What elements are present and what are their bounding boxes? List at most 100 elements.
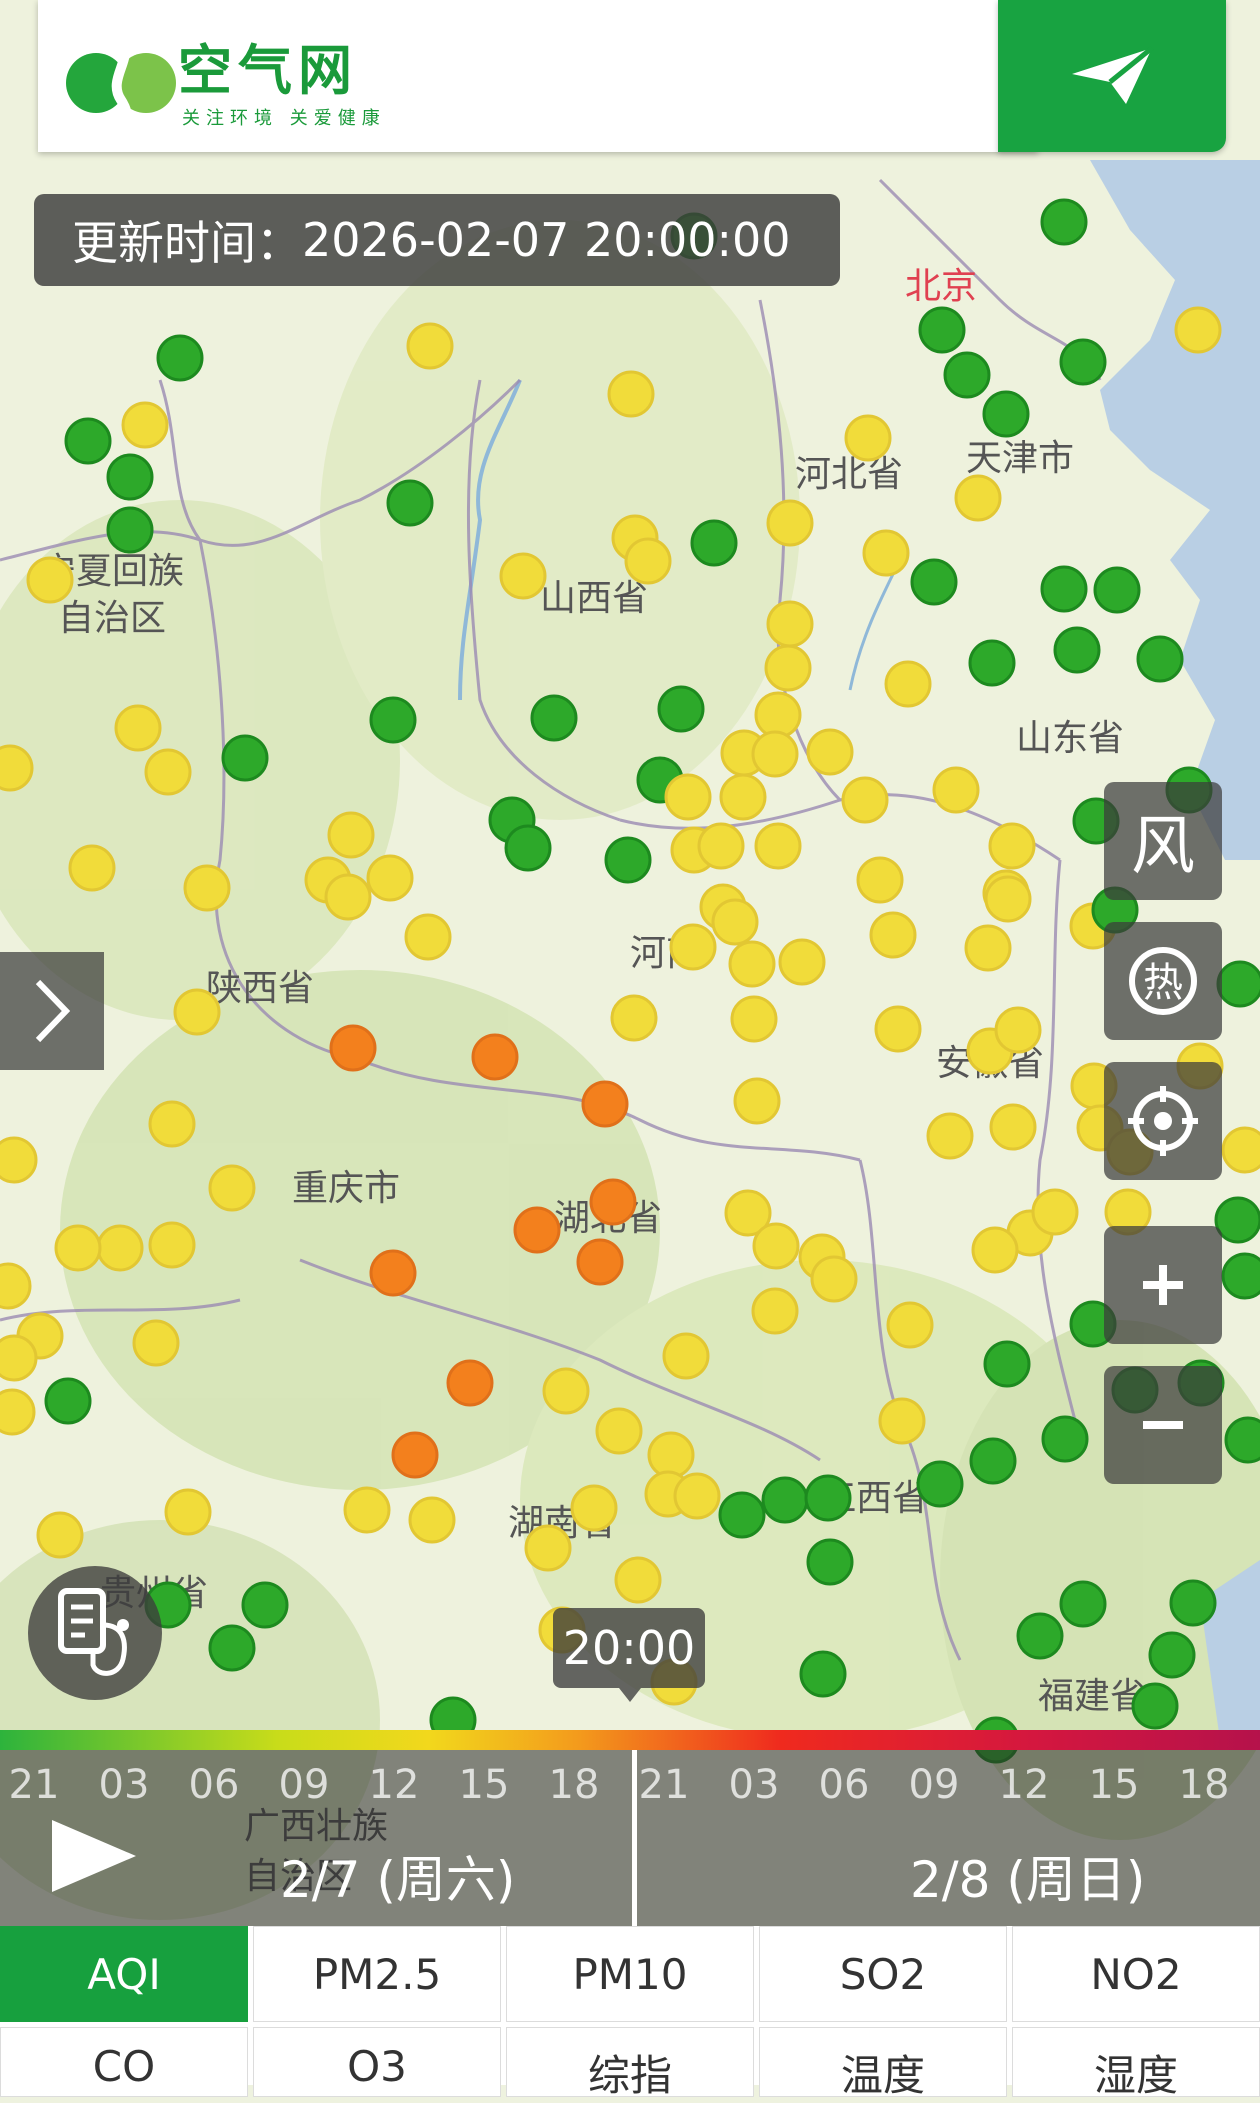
station-marker-moderate[interactable] — [343, 1486, 391, 1534]
station-marker-moderate[interactable] — [754, 691, 802, 739]
station-marker-moderate[interactable] — [810, 1255, 858, 1303]
station-marker-moderate[interactable] — [183, 864, 231, 912]
station-marker-good[interactable] — [918, 306, 966, 354]
tab-aqi[interactable]: AQI — [0, 1926, 248, 2022]
station-marker-moderate[interactable] — [542, 1367, 590, 1415]
station-marker-moderate[interactable] — [408, 1496, 456, 1544]
station-marker-moderate[interactable] — [728, 940, 776, 988]
station-marker-good[interactable] — [969, 1437, 1017, 1485]
station-marker-moderate[interactable] — [54, 1224, 102, 1272]
station-marker-good[interactable] — [657, 685, 705, 733]
station-marker-good[interactable] — [1224, 1416, 1260, 1464]
station-marker-moderate[interactable] — [988, 822, 1036, 870]
station-marker-moderate[interactable] — [570, 1484, 618, 1532]
station-marker-moderate[interactable] — [624, 537, 672, 585]
station-marker-moderate[interactable] — [132, 1319, 180, 1367]
station-marker-moderate[interactable] — [856, 856, 904, 904]
station-marker-moderate[interactable] — [68, 844, 116, 892]
station-marker-unhealthy_sensitive[interactable] — [329, 1024, 377, 1072]
station-marker-good[interactable] — [1136, 635, 1184, 683]
station-marker-good[interactable] — [504, 824, 552, 872]
station-marker-moderate[interactable] — [499, 552, 547, 600]
tab-humidity[interactable]: 湿度 — [1012, 2027, 1260, 2100]
zoom-in-button[interactable] — [1104, 1226, 1222, 1344]
station-marker-good[interactable] — [983, 1340, 1031, 1388]
heat-layer-button[interactable]: 热 — [1104, 922, 1222, 1040]
station-marker-unhealthy_sensitive[interactable] — [446, 1359, 494, 1407]
station-marker-moderate[interactable] — [971, 1226, 1019, 1274]
locate-button[interactable] — [1104, 1062, 1222, 1180]
station-marker-good[interactable] — [982, 390, 1030, 438]
play-icon[interactable] — [52, 1820, 136, 1892]
station-marker-moderate[interactable] — [1221, 1126, 1260, 1174]
station-marker-unhealthy_sensitive[interactable] — [589, 1178, 637, 1226]
station-marker-moderate[interactable] — [0, 1334, 38, 1382]
station-marker-good[interactable] — [804, 1474, 852, 1522]
station-marker-moderate[interactable] — [844, 414, 892, 462]
station-marker-moderate[interactable] — [964, 924, 1012, 972]
station-marker-good[interactable] — [718, 1491, 766, 1539]
station-marker-moderate[interactable] — [766, 499, 814, 547]
station-marker-moderate[interactable] — [766, 600, 814, 648]
station-marker-moderate[interactable] — [595, 1407, 643, 1455]
station-marker-good[interactable] — [241, 1581, 289, 1629]
station-marker-good[interactable] — [44, 1377, 92, 1425]
station-marker-moderate[interactable] — [730, 995, 778, 1043]
station-marker-moderate[interactable] — [607, 370, 655, 418]
station-marker-moderate[interactable] — [0, 1262, 32, 1310]
station-marker-moderate[interactable] — [778, 938, 826, 986]
station-marker-good[interactable] — [968, 639, 1016, 687]
tab-pm10[interactable]: PM10 — [506, 1926, 754, 2022]
station-marker-moderate[interactable] — [406, 322, 454, 370]
station-marker-moderate[interactable] — [1031, 1188, 1079, 1236]
station-marker-moderate[interactable] — [994, 1006, 1042, 1054]
station-marker-good[interactable] — [1040, 565, 1088, 613]
station-marker-moderate[interactable] — [989, 1103, 1037, 1151]
station-marker-moderate[interactable] — [869, 911, 917, 959]
station-marker-moderate[interactable] — [878, 1397, 926, 1445]
station-marker-moderate[interactable] — [697, 822, 745, 870]
station-marker-moderate[interactable] — [524, 1524, 572, 1572]
station-marker-good[interactable] — [369, 696, 417, 744]
station-marker-unhealthy_sensitive[interactable] — [513, 1206, 561, 1254]
station-marker-moderate[interactable] — [404, 913, 452, 961]
tab-no2[interactable]: NO2 — [1012, 1926, 1260, 2022]
station-marker-good[interactable] — [1093, 566, 1141, 614]
station-marker-moderate[interactable] — [366, 854, 414, 902]
station-marker-good[interactable] — [208, 1624, 256, 1672]
station-marker-moderate[interactable] — [984, 875, 1032, 923]
station-marker-moderate[interactable] — [711, 898, 759, 946]
station-marker-moderate[interactable] — [874, 1005, 922, 1053]
tab-pm25[interactable]: PM2.5 — [253, 1926, 501, 2022]
timeline-bar[interactable]: 21 03 06 09 12 15 18 21 03 06 09 12 15 18 2/7 (周六) 2/… — [0, 1750, 1260, 1926]
station-marker-moderate[interactable] — [673, 1472, 721, 1520]
station-marker-moderate[interactable] — [884, 660, 932, 708]
station-marker-good[interactable] — [1059, 338, 1107, 386]
station-marker-unhealthy_sensitive[interactable] — [576, 1238, 624, 1286]
station-marker-moderate[interactable] — [886, 1301, 934, 1349]
station-marker-moderate[interactable] — [173, 988, 221, 1036]
zoom-out-button[interactable] — [1104, 1366, 1222, 1484]
station-marker-moderate[interactable] — [719, 773, 767, 821]
station-marker-moderate[interactable] — [932, 766, 980, 814]
station-marker-good[interactable] — [221, 734, 269, 782]
station-marker-unhealthy_sensitive[interactable] — [581, 1080, 629, 1128]
station-marker-good[interactable] — [690, 519, 738, 567]
send-button[interactable] — [998, 0, 1226, 152]
wind-layer-button[interactable]: 风 — [1104, 782, 1222, 900]
station-marker-moderate[interactable] — [121, 401, 169, 449]
station-marker-good[interactable] — [64, 417, 112, 465]
station-marker-moderate[interactable] — [751, 730, 799, 778]
station-marker-good[interactable] — [799, 1650, 847, 1698]
station-marker-moderate[interactable] — [841, 776, 889, 824]
station-marker-good[interactable] — [1040, 198, 1088, 246]
station-marker-good[interactable] — [806, 1538, 854, 1586]
station-marker-moderate[interactable] — [208, 1164, 256, 1212]
station-marker-moderate[interactable] — [647, 1431, 695, 1479]
station-marker-good[interactable] — [761, 1476, 809, 1524]
timeline-cursor[interactable] — [632, 1750, 637, 1926]
station-marker-good[interactable] — [156, 334, 204, 382]
station-marker-good[interactable] — [910, 558, 958, 606]
tab-o3[interactable]: O3 — [253, 2027, 501, 2097]
station-marker-moderate[interactable] — [752, 1222, 800, 1270]
